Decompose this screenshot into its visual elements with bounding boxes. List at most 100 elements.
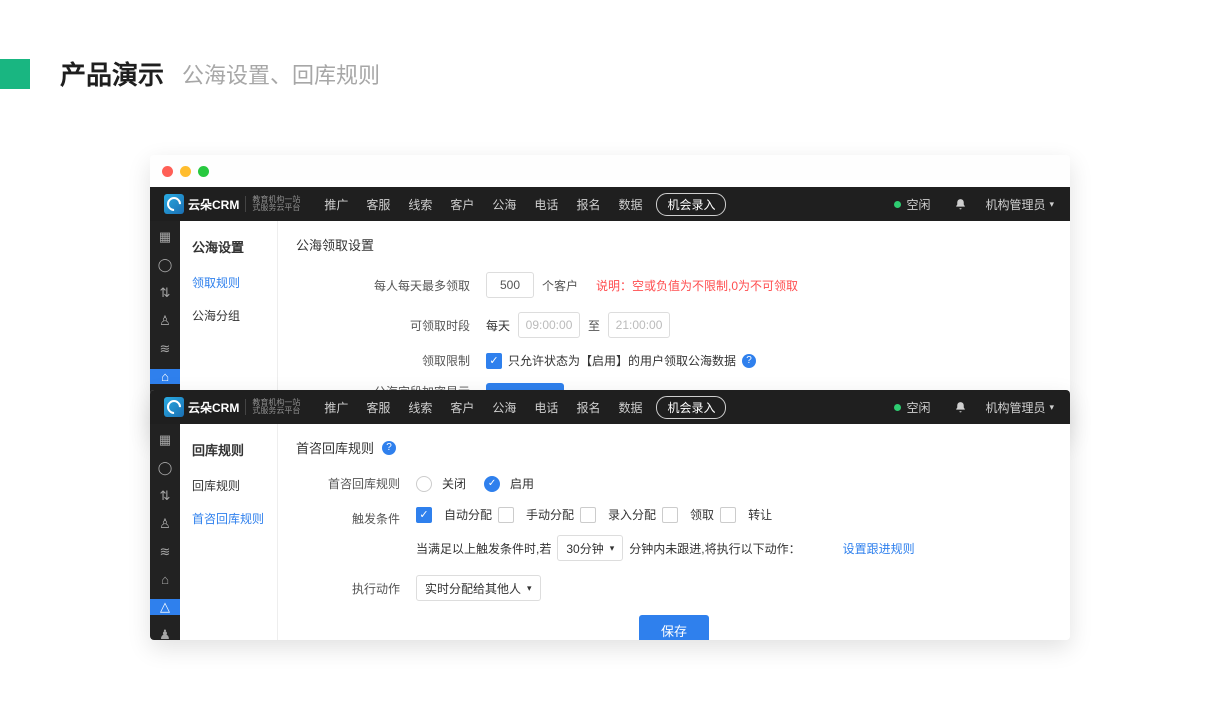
cb-import-assign[interactable] — [580, 507, 596, 523]
role-dropdown[interactable]: 机构管理员 ▾ — [985, 399, 1054, 416]
cond-prefix: 当满足以上触发条件时,若 — [416, 540, 551, 557]
nav-item-phone[interactable]: 电话 — [534, 399, 558, 416]
row-trigger: 触发条件 ✓自动分配 手动分配 录入分配 领取 转让 当满足以上触发条件时,若 — [296, 506, 1052, 561]
close-dot-icon[interactable] — [162, 166, 173, 177]
slide-subtitle: 公海设置、回库规则 — [182, 58, 380, 90]
row-max-claim: 每人每天最多领取 500 个客户 说明：空或负值为不限制,0为不可领取 — [296, 272, 1052, 298]
nav-item-signup[interactable]: 报名 — [576, 196, 600, 213]
rail-icon-3[interactable]: ⇅ — [156, 285, 174, 301]
nav-item-service[interactable]: 客服 — [366, 399, 390, 416]
role-label: 机构管理员 — [985, 399, 1045, 416]
brand-logo[interactable]: 云朵CRM 教育机构一站 式服务云平台 — [150, 194, 314, 214]
nav-item-leads[interactable]: 线索 — [408, 196, 432, 213]
nav-item-pool[interactable]: 公海 — [492, 399, 516, 416]
nav-item-promo[interactable]: 推广 — [324, 196, 348, 213]
select-minutes[interactable]: 30分钟 ▾ — [557, 535, 623, 561]
help-icon[interactable]: ? — [742, 354, 756, 368]
nav-item-service[interactable]: 客服 — [366, 196, 390, 213]
rail-icon-1[interactable]: ▦ — [156, 229, 174, 245]
chevron-down-icon: ▾ — [610, 543, 615, 554]
cb-claim[interactable] — [662, 507, 678, 523]
rail-icon-7-active[interactable]: △ — [150, 599, 180, 615]
nav-item-data[interactable]: 数据 — [618, 399, 642, 416]
chevron-down-icon: ▾ — [1049, 402, 1054, 413]
checkbox-enabled-only[interactable]: ✓ — [486, 353, 502, 369]
nav-item-promo[interactable]: 推广 — [324, 399, 348, 416]
save-button[interactable]: 保存 — [639, 615, 709, 640]
opportunity-entry-button[interactable]: 机会录入 — [656, 396, 726, 419]
rail-icon-4[interactable]: ♙ — [156, 313, 174, 329]
role-label: 机构管理员 — [985, 196, 1045, 213]
brand-mark-icon — [164, 397, 184, 417]
nav-items: 推广 客服 线索 客户 公海 电话 报名 数据 — [324, 196, 642, 213]
subnav-item-pool-groups[interactable]: 公海分组 — [180, 299, 277, 332]
text-to: 至 — [588, 317, 600, 334]
left-rail: ▦ ◯ ⇅ ♙ ≋ ⌂ △ ♟ — [150, 424, 180, 640]
nav-item-phone[interactable]: 电话 — [534, 196, 558, 213]
text-daily: 每天 — [486, 317, 510, 334]
nav-item-data[interactable]: 数据 — [618, 196, 642, 213]
row-claim-time: 可领取时段 每天 09:00:00 至 21:00:00 — [296, 312, 1052, 338]
bell-icon[interactable] — [954, 198, 967, 211]
top-nav: 云朵CRM 教育机构一站 式服务云平台 推广 客服 线索 客户 公海 电话 报名… — [150, 187, 1070, 221]
content-pane: 首咨回库规则 ? 首咨回库规则 关闭 启用 触发条件 — [278, 424, 1070, 640]
chevron-down-icon: ▾ — [527, 583, 532, 594]
rail-icon-5[interactable]: ≋ — [156, 341, 174, 357]
subnav-item-first-consult-return[interactable]: 首咨回库规则 — [180, 502, 277, 535]
status-dot-icon — [894, 201, 901, 208]
brand-name: 云朵CRM — [188, 399, 239, 416]
radio-on[interactable] — [484, 476, 500, 492]
zoom-dot-icon[interactable] — [198, 166, 209, 177]
window-return-rules: 云朵CRM 教育机构一站 式服务云平台 推广 客服 线索 客户 公海 电话 报名… — [150, 390, 1070, 640]
rail-icon-6[interactable]: ⌂ — [156, 572, 174, 587]
minimize-dot-icon[interactable] — [180, 166, 191, 177]
row-claim-limit: 领取限制 ✓ 只允许状态为【启用】的用户领取公海数据 ? — [296, 352, 1052, 369]
subnav-item-claim-rules[interactable]: 领取规则 — [180, 266, 277, 299]
help-icon[interactable]: ? — [382, 441, 396, 455]
nav-item-leads[interactable]: 线索 — [408, 399, 432, 416]
nav-item-pool[interactable]: 公海 — [492, 196, 516, 213]
select-action[interactable]: 实时分配给其他人 ▾ — [416, 575, 541, 601]
input-time-to[interactable]: 21:00:00 — [608, 312, 670, 338]
rail-icon-6-active[interactable]: ⌂ — [150, 369, 180, 384]
opportunity-entry-button[interactable]: 机会录入 — [656, 193, 726, 216]
status-dot-icon — [894, 404, 901, 411]
cond-suffix: 分钟内未跟进,将执行以下动作： — [629, 540, 800, 557]
label-claim-limit: 领取限制 — [296, 352, 486, 369]
chevron-down-icon: ▾ — [1049, 199, 1054, 210]
role-dropdown[interactable]: 机构管理员 ▾ — [985, 196, 1054, 213]
unit-customers: 个客户 — [542, 277, 578, 294]
nav-item-signup[interactable]: 报名 — [576, 399, 600, 416]
brand-tagline: 教育机构一站 式服务云平台 — [245, 399, 300, 416]
slide-header: 产品演示 公海设置、回库规则 — [0, 0, 1210, 92]
subnav-title: 回库规则 — [180, 434, 277, 469]
rail-icon-8[interactable]: ♟ — [156, 627, 174, 640]
brand-name: 云朵CRM — [188, 196, 239, 213]
nav-item-customers[interactable]: 客户 — [450, 196, 474, 213]
subnav: 回库规则 回库规则 首咨回库规则 — [180, 424, 278, 640]
rail-icon-3[interactable]: ⇅ — [156, 488, 174, 504]
slide-title: 产品演示 — [60, 55, 164, 92]
cb-manual-assign[interactable] — [498, 507, 514, 523]
input-max-claim[interactable]: 500 — [486, 272, 534, 298]
cb-transfer[interactable] — [720, 507, 736, 523]
radio-off[interactable] — [416, 476, 432, 492]
status-text: 空闲 — [906, 399, 930, 416]
nav-items: 推广 客服 线索 客户 公海 电话 报名 数据 — [324, 399, 642, 416]
subnav-item-return-rules[interactable]: 回库规则 — [180, 469, 277, 502]
input-time-from[interactable]: 09:00:00 — [518, 312, 580, 338]
rail-icon-1[interactable]: ▦ — [156, 432, 174, 448]
label-rule-toggle: 首咨回库规则 — [296, 475, 416, 492]
cb-auto-assign[interactable]: ✓ — [416, 507, 432, 523]
nav-item-customers[interactable]: 客户 — [450, 399, 474, 416]
brand-logo[interactable]: 云朵CRM 教育机构一站 式服务云平台 — [150, 397, 314, 417]
link-follow-rules[interactable]: 设置跟进规则 — [843, 540, 915, 557]
rail-icon-5[interactable]: ≋ — [156, 544, 174, 560]
status-indicator: 空闲 — [894, 399, 930, 416]
bell-icon[interactable] — [954, 401, 967, 414]
rail-icon-4[interactable]: ♙ — [156, 516, 174, 532]
row-action: 执行动作 实时分配给其他人 ▾ — [296, 575, 1052, 601]
rail-icon-2[interactable]: ◯ — [156, 257, 174, 273]
rail-icon-2[interactable]: ◯ — [156, 460, 174, 476]
label-claim-time: 可领取时段 — [296, 317, 486, 334]
